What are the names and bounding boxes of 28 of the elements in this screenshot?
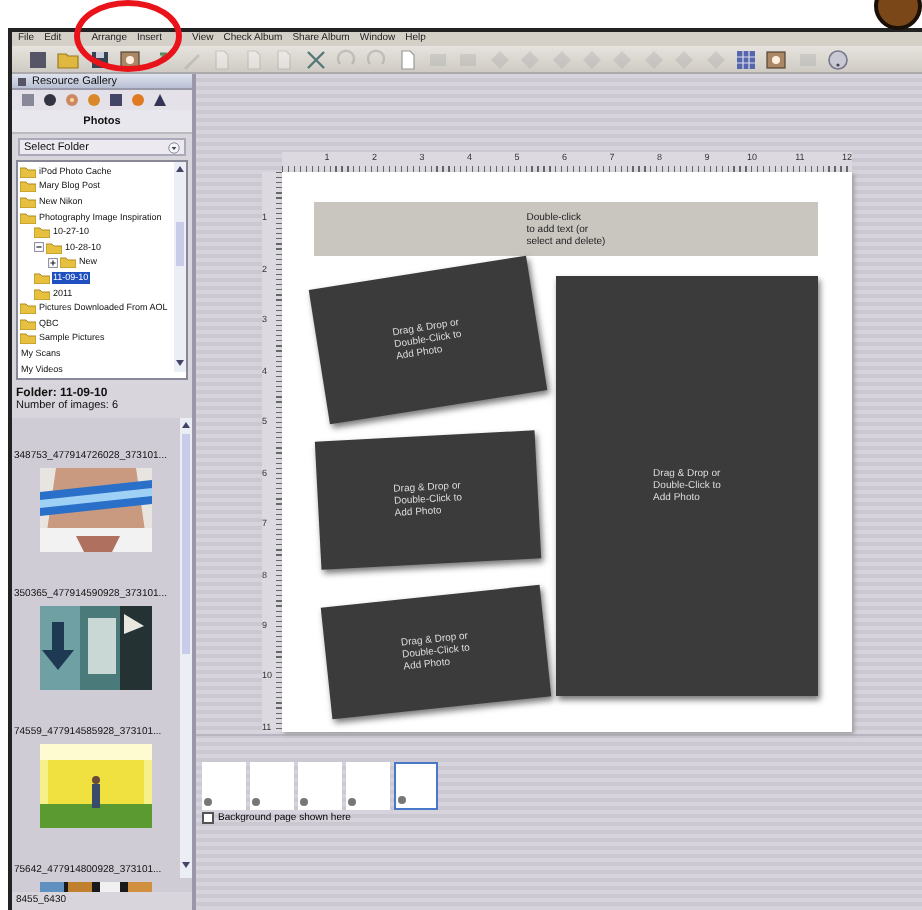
square-icon[interactable] — [108, 92, 124, 108]
help-icon[interactable] — [826, 47, 851, 71]
page-thumbnail[interactable] — [346, 762, 390, 810]
image-icon[interactable] — [118, 47, 143, 71]
circle-icon — [398, 796, 406, 804]
dropdown-icon[interactable] — [168, 141, 180, 153]
circle-icon[interactable] — [130, 92, 146, 108]
image-icon[interactable] — [764, 47, 789, 71]
circle-icon — [348, 798, 356, 806]
collapse-icon[interactable] — [34, 242, 44, 253]
circle-icon[interactable] — [86, 92, 102, 108]
disk-icon[interactable] — [42, 92, 58, 108]
page-thumbnail[interactable] — [394, 762, 438, 810]
circle-icon — [204, 798, 212, 806]
circle-icon — [252, 798, 260, 806]
page-thumbnail[interactable] — [250, 762, 294, 810]
circle-icon — [300, 798, 308, 806]
page-thumbnail[interactable] — [202, 762, 246, 810]
grid-icon[interactable] — [733, 47, 758, 71]
expand-icon[interactable] — [48, 257, 58, 268]
triangle-icon[interactable] — [152, 92, 168, 108]
highlight-circle — [74, 0, 182, 72]
flower-icon[interactable] — [64, 92, 80, 108]
square-icon — [18, 77, 26, 85]
checkbox[interactable] — [202, 812, 214, 824]
page-thumbnail[interactable] — [298, 762, 342, 810]
square-icon[interactable] — [26, 47, 50, 71]
cross-icon[interactable] — [303, 47, 328, 71]
